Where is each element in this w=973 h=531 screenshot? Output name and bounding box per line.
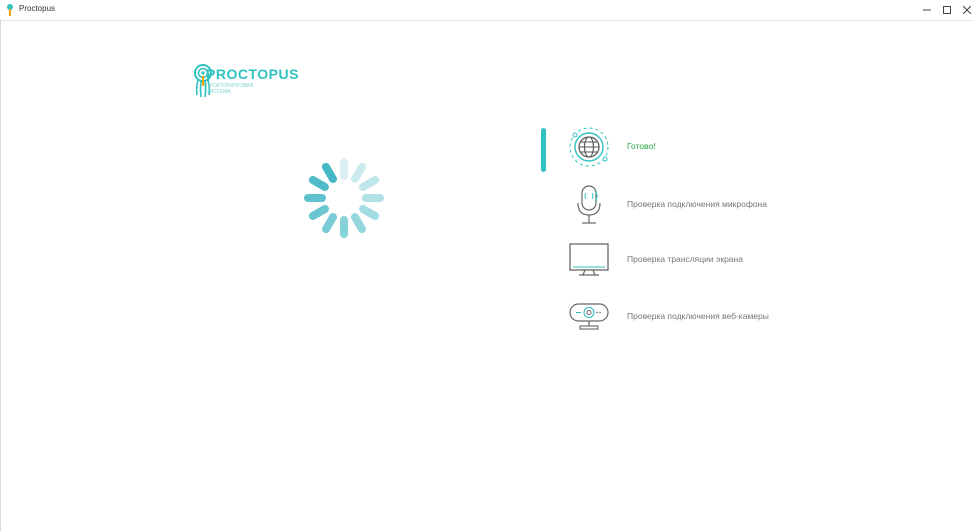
globe-icon (569, 127, 609, 167)
spinner-segment (308, 205, 329, 220)
step-label-microphone: Проверка подключения микрофона (627, 199, 767, 209)
logo-name: PROCTOPUS (206, 66, 299, 82)
spinner-segment (359, 176, 380, 191)
close-button[interactable] (953, 0, 973, 20)
webcam-icon (569, 303, 609, 330)
spinner-segment (351, 213, 366, 234)
window-left-border (0, 20, 1, 531)
proctopus-logo: PROCTOPUS ПРОКТОРИНГОВАЯ СИСТЕМА (194, 64, 314, 104)
spinner-segment (322, 162, 337, 183)
loading-spinner-icon (304, 158, 384, 238)
step-network: Готово! (565, 125, 865, 169)
window-title: Proctopus (19, 4, 56, 13)
step-screen: Проверка трансляции экрана (565, 238, 865, 282)
maximize-icon (943, 6, 951, 14)
step-label-screen: Проверка трансляции экрана (627, 254, 743, 264)
step-microphone: Проверка подключения микрофона (565, 183, 865, 227)
step-webcam: Проверка подключения веб-камеры (565, 295, 865, 339)
spinner-segment (322, 213, 337, 234)
microphone-icon (577, 185, 601, 224)
spinner-segment (308, 176, 329, 191)
current-step-indicator (541, 128, 546, 172)
step-label-network: Готово! (627, 141, 656, 151)
minimize-icon (923, 9, 931, 11)
step-label-webcam: Проверка подключения веб-камеры (627, 311, 769, 321)
logo-subtitle: ПРОКТОРИНГОВАЯ СИСТЕМА (206, 83, 254, 95)
app-icon (7, 4, 13, 16)
title-bar: Proctopus (0, 0, 973, 21)
spinner-segment (359, 205, 380, 220)
spinner-segment (351, 162, 366, 183)
monitor-icon (569, 243, 609, 276)
close-icon (963, 6, 971, 14)
